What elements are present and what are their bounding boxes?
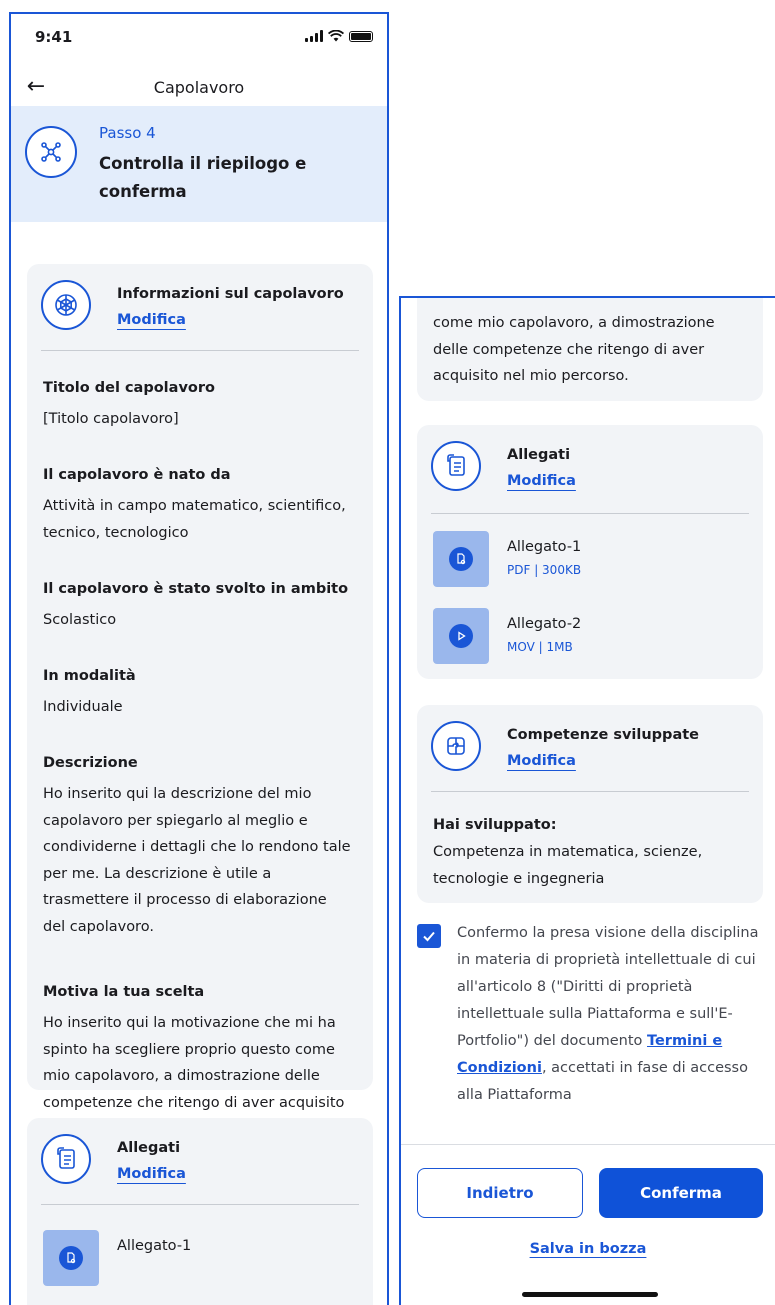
field-value: Attività in campo matematico, scientific… [43, 498, 346, 541]
field-label: Motiva la tua scelta [43, 984, 205, 1000]
attachment-name: Allegato-1 [117, 1238, 192, 1254]
field-label: Il capolavoro è nato da [43, 467, 231, 483]
divider [431, 791, 749, 792]
field-label: Descrizione [43, 755, 138, 771]
battery-icon [349, 31, 373, 42]
status-time: 9:41 [35, 28, 73, 46]
attachments-card: Allegati Modifica Allegato-1 PDF | 300KB… [417, 425, 763, 679]
field-value: Competenza in matematica, scienze, tecno… [433, 844, 703, 887]
home-indicator [522, 1292, 658, 1297]
attachment-thumb [433, 531, 489, 587]
skills-title: Competenze sviluppate [507, 727, 699, 743]
field-label: Titolo del capolavoro [43, 380, 215, 396]
screen-summary-bottom: come mio capolavoro, a dimostrazione del… [399, 296, 775, 1305]
status-icons [305, 30, 373, 42]
back-button[interactable]: Indietro [417, 1168, 583, 1218]
save-draft-link[interactable]: Salva in bozza [401, 1241, 775, 1257]
attachment-name: Allegato-1 [507, 539, 582, 555]
document-list-icon [431, 441, 481, 491]
field-label: In modalità [43, 668, 136, 684]
status-bar: 9:41 [11, 14, 387, 58]
field-value: Scolastico [43, 612, 117, 628]
field-value: come mio capolavoro, a dimostrazione del… [433, 315, 715, 384]
footer-divider [401, 1144, 775, 1145]
attachment-meta: MOV | 1MB [507, 640, 573, 654]
check-icon [423, 931, 435, 942]
field-title: Titolo del capolavoro [Titolo capolavoro… [43, 376, 353, 433]
divider [41, 1204, 359, 1205]
field-skills: Hai sviluppato: Competenza in matematica… [433, 813, 743, 892]
play-icon [449, 624, 473, 648]
field-label: Hai sviluppato: [433, 817, 557, 833]
signal-icon [305, 30, 323, 42]
attachments-title: Allegati [507, 447, 571, 463]
field-value: Individuale [43, 699, 123, 715]
info-card-tail: come mio capolavoro, a dimostrazione del… [417, 298, 763, 401]
attachments-edit-link[interactable]: Modifica [507, 473, 576, 489]
attachment-meta: PDF | 300KB [507, 563, 582, 577]
field-label: Il capolavoro è stato svolto in ambito [43, 581, 349, 597]
file-icon [59, 1246, 83, 1270]
info-card-title: Informazioni sul capolavoro [117, 286, 344, 302]
step-label: Passo 4 [99, 124, 156, 142]
attachment-thumb [43, 1230, 99, 1286]
screen-summary-top: 9:41 ← Capolavoro Passo 4 Controlla il r… [9, 12, 389, 1305]
step-banner: Passo 4 Controlla il riepilogo e conferm… [11, 106, 387, 222]
consent-text-before: Confermo la presa visione della discipli… [457, 925, 759, 1049]
field-motivation-tail: come mio capolavoro, a dimostrazione del… [433, 304, 743, 390]
consent-text: Confermo la presa visione della discipli… [457, 920, 761, 1109]
consent-checkbox[interactable] [417, 924, 441, 948]
info-card: Informazioni sul capolavoro Modifica Tit… [27, 264, 373, 1137]
field-scope: Il capolavoro è stato svolto in ambito S… [43, 577, 353, 634]
document-list-icon [41, 1134, 91, 1184]
attachments-edit-link[interactable]: Modifica [117, 1166, 186, 1182]
confirm-button[interactable]: Conferma [599, 1168, 763, 1218]
field-mode: In modalità Individuale [43, 664, 353, 721]
attachment-name: Allegato-2 [507, 616, 582, 632]
attachments-title: Allegati [117, 1140, 181, 1156]
attachment-thumb [433, 608, 489, 664]
field-origin: Il capolavoro è nato da Attività in camp… [43, 463, 353, 546]
divider [41, 350, 359, 351]
puzzle-icon [431, 721, 481, 771]
step-title: Controlla il riepilogo e conferma [99, 154, 307, 201]
globe-grid-icon [41, 280, 91, 330]
skills-edit-link[interactable]: Modifica [507, 753, 576, 769]
file-icon [449, 547, 473, 571]
field-value: [Titolo capolavoro] [43, 411, 179, 427]
field-value: Ho inserito qui la descrizione del mio c… [43, 786, 351, 935]
page-title: Capolavoro [153, 78, 245, 97]
divider [431, 513, 749, 514]
skills-card: Competenze sviluppate Modifica Hai svilu… [417, 705, 763, 903]
field-description: Descrizione Ho inserito qui la descrizio… [43, 751, 353, 940]
top-navbar: ← Capolavoro [11, 70, 387, 106]
network-icon [25, 126, 77, 178]
attachments-card: Allegati Modifica Allegato-1 [27, 1118, 373, 1305]
info-edit-link[interactable]: Modifica [117, 312, 186, 328]
wifi-icon [328, 30, 344, 42]
